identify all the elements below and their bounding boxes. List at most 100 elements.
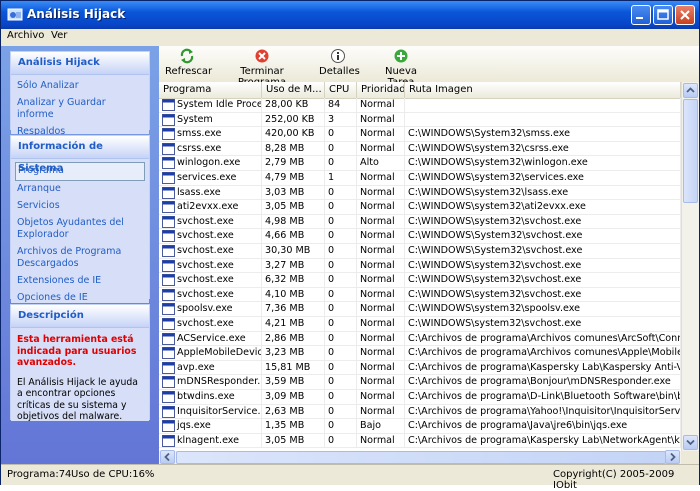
- cell-ruta: C:\WINDOWS\system32\services.exe: [408, 172, 584, 183]
- panel-system-info: Información de Sistema Programa Arranque…: [10, 135, 150, 303]
- link-servicios[interactable]: Servicios: [17, 198, 145, 215]
- link-archivos-descargados[interactable]: Archivos de Programa Descargados: [17, 244, 145, 273]
- scroll-down-button[interactable]: [683, 435, 698, 450]
- process-icon: [162, 274, 175, 287]
- cell-ruta: C:\Archivos de programa\Kaspersky Lab\Ka…: [408, 361, 680, 373]
- cell-ruta: C:\WINDOWS\system32\svchost.exe: [408, 259, 582, 271]
- cell-ruta: C:\WINDOWS\system32\spoolsv.exe: [408, 303, 581, 315]
- table-row[interactable]: System 252,00 KB 3 Normal: [159, 112, 681, 128]
- table-row[interactable]: btwdins.exe 3,09 MB 0 Normal C:\Archivos de …: [159, 390, 681, 405]
- scroll-up-button[interactable]: [683, 83, 698, 98]
- cell-cpu: 0: [328, 274, 335, 286]
- table-row[interactable]: AppleMobileDevic...3,23 MB 0 Normal C:\Arch…: [159, 346, 681, 361]
- cell-programa: mDNSResponder....: [177, 376, 262, 388]
- link-analizar-guardar[interactable]: Analizar y Guardar informe: [17, 95, 145, 124]
- cell-memoria: 7,36 MB: [265, 303, 305, 315]
- cell-ruta: C:\WINDOWS\system32\svchost.exe: [408, 288, 582, 300]
- cell-prioridad: Normal: [360, 288, 395, 300]
- table-row[interactable]: svchost.exe 30,30 MB 0 Normal C:\WINDOWS\Sys…: [159, 244, 681, 259]
- table-row[interactable]: jqs.exe 1,35 MB 0 Bajo C:\Archivos de progra…: [159, 419, 681, 434]
- cell-ruta: C:\Archivos de programa\Kaspersky Lab\Ne…: [408, 434, 680, 446]
- table-row[interactable]: winlogon.exe 2,79 MB 0 Alto C:\WINDOWS\syste…: [159, 156, 681, 171]
- cell-programa: InquisitorService....: [177, 405, 262, 417]
- scroll-left-button[interactable]: [160, 450, 175, 464]
- col-ruta[interactable]: Ruta Imagen: [405, 82, 681, 98]
- table-row[interactable]: System Idle Process28,00 KB 84 Normal: [159, 98, 681, 113]
- table-row[interactable]: services.exe 4,79 MB 1 Normal C:\WINDOWS\sys…: [159, 171, 681, 186]
- process-icon: [162, 245, 175, 257]
- table-row[interactable]: klnagent.exe 3,05 MB 0 Normal C:\Archivos de…: [159, 433, 681, 449]
- table-row[interactable]: svchost.exe 4,21 MB 0 Normal C:\WINDOWS\syst…: [159, 317, 681, 332]
- col-prioridad[interactable]: Prioridad: [357, 82, 405, 98]
- maximize-button[interactable]: [653, 5, 673, 25]
- cell-ruta: C:\WINDOWS\system32\ati2evxx.exe: [408, 201, 586, 213]
- col-memoria[interactable]: Uso de M...: [262, 82, 325, 98]
- cell-ruta: C:\WINDOWS\system32\svchost.exe: [408, 318, 582, 329]
- cell-memoria: 8,28 MB: [265, 142, 305, 154]
- process-icon: [162, 215, 175, 228]
- horizontal-scroll-thumb[interactable]: [176, 451, 666, 464]
- table-row[interactable]: smss.exe 420,00 KB 0 Normal C:\WINDOWS\Syste…: [159, 127, 681, 142]
- link-objetos-ayudantes[interactable]: Objetos Ayudantes del Explorador: [17, 215, 145, 244]
- cell-programa: svchost.exe: [177, 230, 234, 242]
- sidebar: Análisis Hijack Sólo Analizar Analizar y…: [1, 46, 159, 464]
- cell-prioridad: Normal: [360, 113, 395, 125]
- app-window: Análisis Hijack Archivo Ver Análisis Hij…: [0, 0, 700, 491]
- menu-ver[interactable]: Ver: [51, 30, 67, 41]
- cell-memoria: 4,98 MB: [265, 215, 305, 227]
- cell-ruta: C:\Archivos de programa\Archivos comunes…: [408, 347, 681, 359]
- cell-programa: AppleMobileDevic...: [177, 347, 262, 359]
- minimize-button[interactable]: [631, 5, 651, 25]
- vertical-scroll-thumb[interactable]: [683, 99, 698, 203]
- cell-prioridad: Normal: [360, 391, 395, 402]
- cell-memoria: 1,35 MB: [265, 420, 305, 432]
- table-row[interactable]: svchost.exe 4,66 MB 0 Normal C:\WINDOWS\Syst…: [159, 229, 681, 244]
- table-row[interactable]: csrss.exe 8,28 MB 0 Normal C:\WINDOWS\system…: [159, 141, 681, 157]
- table-row[interactable]: svchost.exe 6,32 MB 0 Normal C:\WINDOWS\syst…: [159, 273, 681, 288]
- link-arranque[interactable]: Arranque: [17, 181, 145, 198]
- cell-prioridad: Normal: [360, 332, 395, 344]
- cell-prioridad: Normal: [360, 376, 395, 388]
- link-solo-analizar[interactable]: Sólo Analizar: [17, 78, 145, 95]
- refresh-button[interactable]: Refrescar: [165, 48, 212, 77]
- table-row[interactable]: ati2evxx.exe 3,05 MB 0 Normal C:\WINDOWS\sys…: [159, 200, 681, 215]
- table-row[interactable]: InquisitorService.... 2,63 MB 0 Normal C:\Ar…: [159, 404, 681, 420]
- col-programa[interactable]: Programa: [159, 82, 262, 98]
- col-cpu[interactable]: CPU: [325, 82, 357, 98]
- table-row[interactable]: mDNSResponder.... 3,59 MB 0 Normal C:\Archiv…: [159, 375, 681, 390]
- panel-hijack-title: Análisis Hijack: [11, 52, 149, 75]
- cell-cpu: 0: [328, 361, 335, 373]
- cell-cpu: 3: [328, 113, 335, 125]
- process-icon: [162, 259, 175, 272]
- cell-cpu: 0: [328, 157, 335, 169]
- scroll-right-button[interactable]: [665, 450, 680, 464]
- cell-cpu: 0: [328, 420, 335, 432]
- table-row[interactable]: svchost.exe 4,98 MB 0 Normal C:\WINDOWS\syst…: [159, 214, 681, 230]
- cell-cpu: 0: [328, 230, 335, 242]
- cell-programa: svchost.exe: [177, 274, 234, 286]
- cell-prioridad: Normal: [360, 361, 395, 373]
- cell-programa: smss.exe: [177, 128, 222, 140]
- table-row[interactable]: ACService.exe 2,86 MB 0 Normal C:\Archivos d…: [159, 331, 681, 347]
- table-row[interactable]: lsass.exe 3,03 MB 0 Normal C:\WINDOWS\system…: [159, 185, 681, 201]
- details-button[interactable]: Detalles: [319, 48, 360, 77]
- close-button[interactable]: [675, 5, 695, 25]
- cell-programa: btwdins.exe: [177, 391, 235, 402]
- table-row[interactable]: svchost.exe 3,27 MB 0 Normal C:\WINDOWS\syst…: [159, 258, 681, 274]
- table-row[interactable]: spoolsv.exe 7,36 MB 0 Normal C:\WINDOWS\syst…: [159, 302, 681, 317]
- menu-archivo[interactable]: Archivo: [7, 30, 44, 41]
- status-cpu: Uso de CPU:16%: [71, 469, 155, 480]
- table-row[interactable]: svchost.exe 4,10 MB 0 Normal C:\WINDOWS\syst…: [159, 287, 681, 303]
- cell-programa: svchost.exe: [177, 288, 234, 300]
- link-extensiones-ie[interactable]: Extensiones de IE: [17, 273, 145, 290]
- cell-ruta: C:\WINDOWS\system32\lsass.exe: [408, 186, 569, 198]
- horizontal-scrollbar[interactable]: [159, 450, 681, 464]
- cell-memoria: 28,00 KB: [265, 99, 309, 110]
- vertical-scrollbar[interactable]: [681, 82, 699, 451]
- status-programs: Programa:74: [7, 469, 72, 480]
- process-icon: [162, 347, 175, 360]
- title-bar[interactable]: Análisis Hijack: [1, 1, 699, 29]
- table-row[interactable]: avp.exe 15,81 MB 0 Normal C:\Archivos de pro…: [159, 360, 681, 376]
- process-icon: [162, 288, 175, 301]
- cell-cpu: 0: [328, 215, 335, 227]
